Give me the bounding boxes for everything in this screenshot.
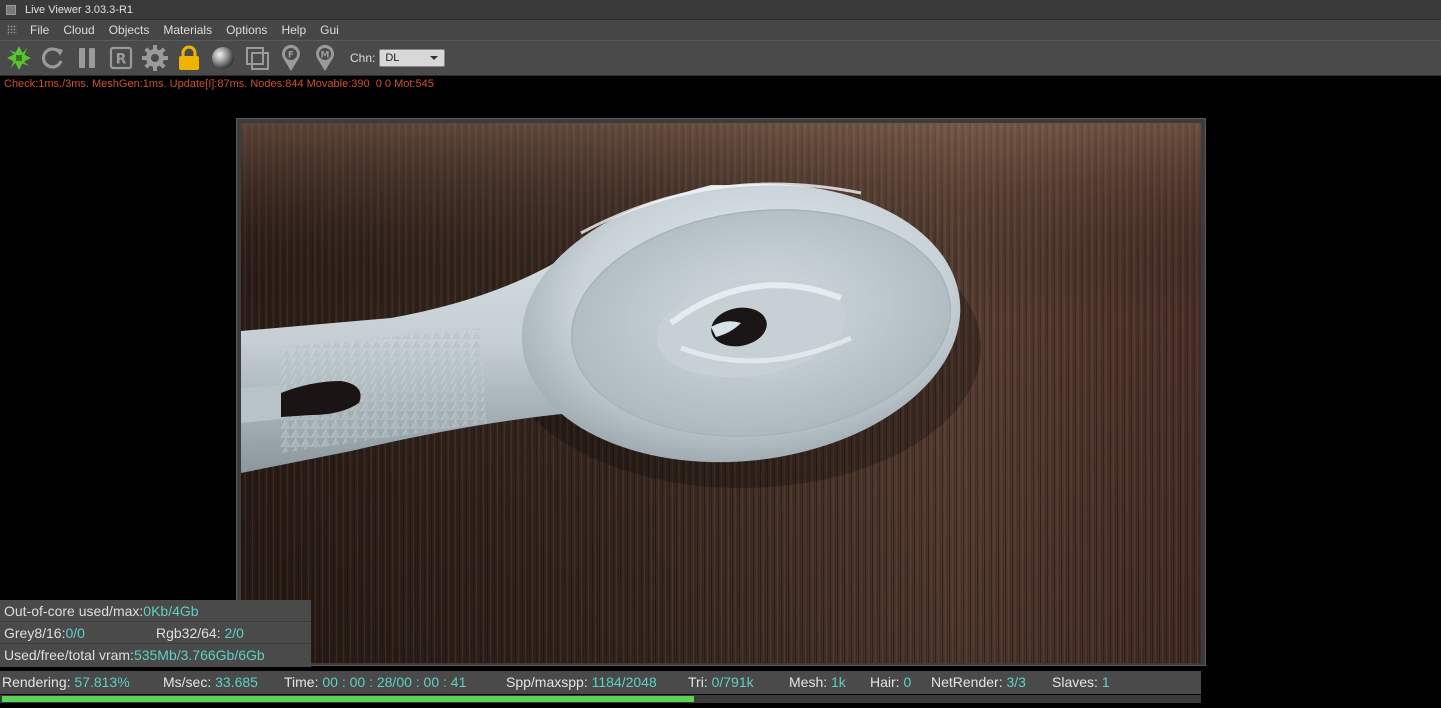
stat-slaves: Slaves: 1 — [1052, 674, 1110, 690]
channel-value: DL — [385, 52, 400, 64]
stat-tri-value: 0/791k — [711, 674, 754, 690]
vram-label: Used/free/total vram: — [4, 647, 134, 663]
channel-select[interactable]: DL — [379, 49, 446, 67]
menu-grip-icon — [7, 25, 17, 35]
window-title: Live Viewer 3.03.3-R1 — [25, 3, 134, 16]
stat-netrender-label: NetRender: — [931, 674, 1007, 690]
stat-tri: Tri: 0/791k — [688, 674, 754, 690]
stat-netrender: NetRender: 3/3 — [931, 674, 1026, 690]
settings-gear-icon[interactable] — [140, 43, 170, 73]
menu-materials[interactable]: Materials — [156, 23, 219, 37]
menu-options[interactable]: Options — [219, 23, 274, 37]
menu-gui[interactable]: Gui — [313, 23, 346, 37]
stat-netrender-value: 3/3 — [1006, 674, 1026, 690]
svg-text:R: R — [116, 52, 127, 68]
stat-spp-label: Spp/maxspp: — [506, 674, 592, 690]
stat-slaves-value: 1 — [1101, 674, 1110, 690]
vram-value: 535Mb/3.766Gb/6Gb — [133, 647, 265, 663]
svg-text:M: M — [321, 51, 330, 61]
octane-logo-icon[interactable] — [4, 43, 34, 73]
stat-rendering-label: Rendering: — [2, 674, 75, 690]
svg-text:F: F — [288, 51, 294, 61]
rgb-value: 2/0 — [224, 624, 244, 641]
stat-ms-sec: Ms/sec: 33.685 — [163, 674, 258, 690]
menu-cloud[interactable]: Cloud — [56, 23, 101, 37]
texture-count-row: Grey8/16: 0/0 Rgb32/64: 2/0 — [0, 622, 311, 644]
menu-objects[interactable]: Objects — [102, 23, 157, 37]
stat-slaves-label: Slaves: — [1052, 674, 1102, 690]
focus-picker-icon[interactable]: F — [276, 43, 306, 73]
restart-r-icon[interactable]: R — [106, 43, 136, 73]
stat-ms-sec-label: Ms/sec: — [163, 674, 216, 690]
menu-file[interactable]: File — [23, 23, 56, 37]
stat-time-label: Time: — [284, 674, 323, 690]
out-of-core-value: 0Kb/4Gb — [143, 602, 199, 619]
render-status-line: Check:1ms./3ms. MeshGen:1ms. Update[I]:8… — [4, 78, 434, 90]
region-icon[interactable] — [242, 43, 272, 73]
stat-time-value: 00 : 00 : 28/00 : 00 : 41 — [322, 674, 467, 690]
stat-mesh-label: Mesh: — [789, 674, 832, 690]
render-image[interactable] — [241, 123, 1201, 663]
chevron-down-icon — [430, 56, 439, 60]
refresh-icon[interactable] — [38, 43, 68, 73]
stat-mesh: Mesh: 1k — [789, 674, 846, 690]
stat-spp-value: 1184/2048 — [591, 674, 657, 690]
render-stats-bar: Rendering: 57.813% Ms/sec: 33.685 Time: … — [0, 671, 1201, 694]
stat-mesh-value: 1k — [831, 674, 846, 690]
material-sphere-icon[interactable] — [208, 43, 238, 73]
material-picker-icon[interactable]: M — [310, 43, 340, 73]
stat-time: Time: 00 : 00 : 28/00 : 00 : 41 — [284, 674, 466, 690]
stat-rendering-value: 57.813% — [74, 674, 130, 690]
stat-hair: Hair: 0 — [870, 674, 911, 690]
stat-hair-value: 0 — [903, 674, 912, 690]
toolbar: R F M Chn: DL — [0, 40, 1441, 76]
memory-info-panel: Out-of-core used/max: 0Kb/4Gb Grey8/16: 0… — [0, 600, 311, 667]
stat-tri-label: Tri: — [688, 674, 712, 690]
channel-label: Chn: — [350, 51, 376, 65]
out-of-core-row: Out-of-core used/max: 0Kb/4Gb — [0, 600, 311, 622]
app-icon — [6, 4, 16, 15]
render-progress-fill — [2, 696, 694, 702]
vram-row: Used/free/total vram: 535Mb/3.766Gb/6Gb — [0, 644, 311, 666]
menu-help[interactable]: Help — [274, 23, 313, 37]
menu-bar: File Cloud Objects Materials Options Hel… — [0, 20, 1441, 40]
rgb-label: Rgb32/64: — [156, 624, 225, 641]
title-bar: Live Viewer 3.03.3-R1 — [0, 0, 1441, 20]
stat-spp: Spp/maxspp: 1184/2048 — [506, 674, 657, 690]
render-viewport[interactable] — [236, 118, 1206, 666]
stat-hair-label: Hair: — [870, 674, 904, 690]
grey-label: Grey8/16: — [4, 624, 66, 641]
lock-icon[interactable] — [174, 43, 204, 73]
stat-rendering: Rendering: 57.813% — [2, 674, 130, 690]
out-of-core-label: Out-of-core used/max: — [4, 602, 144, 619]
grey-value: 0/0 — [65, 624, 85, 641]
rgb-group: Rgb32/64: 2/0 — [156, 625, 244, 641]
pause-icon[interactable] — [72, 43, 102, 73]
stat-ms-sec-value: 33.685 — [215, 674, 258, 690]
render-progress-bar — [0, 695, 1201, 703]
